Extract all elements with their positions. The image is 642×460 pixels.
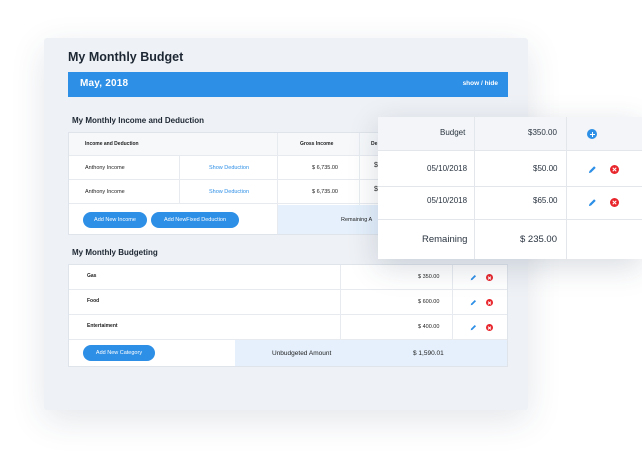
gross-income-value: $ 6,735.00: [312, 165, 338, 171]
column-divider: [179, 156, 180, 204]
remaining-label: Remaining: [422, 234, 468, 245]
table-row: Gas $ 350.00: [69, 265, 507, 290]
pencil-icon[interactable]: [588, 198, 597, 207]
hide-toggle[interactable]: hide: [485, 80, 498, 87]
category-amount: $ 600.00: [418, 299, 440, 305]
income-table: Income and Deduction Gross Income De Ant…: [68, 132, 404, 235]
pencil-icon[interactable]: [470, 299, 477, 306]
delete-icon[interactable]: [610, 198, 619, 207]
month-bar: May, 2018 show / hide: [68, 72, 508, 97]
gross-income-value: $ 6,735.00: [312, 189, 338, 195]
budget-label: Budget: [440, 128, 466, 137]
row-divider: [378, 219, 642, 220]
entry-date: 05/10/2018: [427, 164, 468, 173]
entry-amount: $65.00: [533, 196, 558, 205]
table-row: Anthony Income Show Deduction $ 6,735.00…: [69, 156, 403, 180]
unbudgeted-amount-label: Unbudgeted Amount: [272, 350, 332, 357]
category-name: Entertaiment: [87, 323, 118, 329]
add-new-category-button[interactable]: Add New Category: [83, 345, 155, 361]
income-name: Anthony Income: [85, 189, 125, 195]
show-toggle[interactable]: show: [463, 80, 480, 87]
remaining-amount-label: Remaining A: [341, 217, 373, 223]
pencil-icon[interactable]: [470, 274, 477, 281]
category-detail-card: Budget $350.00 05/10/2018 $50.00 05/10/2…: [378, 117, 642, 259]
delete-icon[interactable]: [486, 299, 493, 306]
table-row: Entertaiment $ 400.00: [69, 315, 507, 340]
entry-date: 05/10/2018: [427, 196, 468, 205]
delete-icon[interactable]: [486, 274, 493, 281]
category-amount: $ 400.00: [418, 324, 440, 330]
month-label: May, 2018: [80, 78, 129, 89]
column-divider: [566, 117, 567, 259]
category-name: Gas: [87, 273, 97, 279]
add-fixed-deduction-button[interactable]: Add NewFixed Deduction: [151, 212, 239, 228]
income-section-title: My Monthly Income and Deduction: [72, 116, 205, 125]
row-divider: [378, 186, 642, 187]
show-hide-toggles: show / hide: [463, 80, 498, 87]
row-divider: [378, 150, 642, 151]
table-row: Anthony Income Show Deduction $ 6,735.00…: [69, 180, 403, 204]
show-deduction-link[interactable]: Show Deduction: [209, 165, 249, 171]
entry-amount: $50.00: [533, 164, 558, 173]
page-title: My Monthly Budget: [68, 50, 184, 64]
column-header-income-deduction: Income and Deduction: [85, 141, 139, 147]
stage: My Monthly Budget May, 2018 show / hide …: [0, 0, 642, 460]
column-header-gross-income: Gross Income: [300, 141, 334, 147]
category-name: Food: [87, 298, 100, 304]
category-amount: $ 350.00: [418, 274, 440, 280]
unbudgeted-amount-area: Unbudgeted Amount $ 1,590.01: [235, 340, 507, 366]
delete-icon[interactable]: [610, 165, 619, 174]
column-divider: [474, 117, 475, 259]
add-new-income-button[interactable]: Add New Income: [83, 212, 147, 228]
pencil-icon[interactable]: [588, 165, 597, 174]
budget-value: $350.00: [528, 128, 557, 137]
budgeting-table: Gas $ 350.00 Food $ 600.00 Entertaiment …: [68, 264, 508, 367]
unbudgeted-amount-value: $ 1,590.01: [413, 350, 444, 357]
toggle-separator: /: [481, 80, 483, 87]
detail-card-header: [378, 117, 642, 150]
income-table-header: Income and Deduction Gross Income De: [69, 133, 403, 156]
show-deduction-link[interactable]: Show Deduction: [209, 189, 249, 195]
add-circle-icon[interactable]: [587, 129, 597, 139]
table-row: Food $ 600.00: [69, 290, 507, 315]
budgeting-section-title: My Monthly Budgeting: [72, 248, 158, 257]
income-name: Anthony Income: [85, 165, 125, 171]
delete-icon[interactable]: [486, 324, 493, 331]
column-header-deduction: De: [371, 141, 378, 147]
remaining-value: $ 235.00: [520, 234, 557, 245]
pencil-icon[interactable]: [470, 324, 477, 331]
